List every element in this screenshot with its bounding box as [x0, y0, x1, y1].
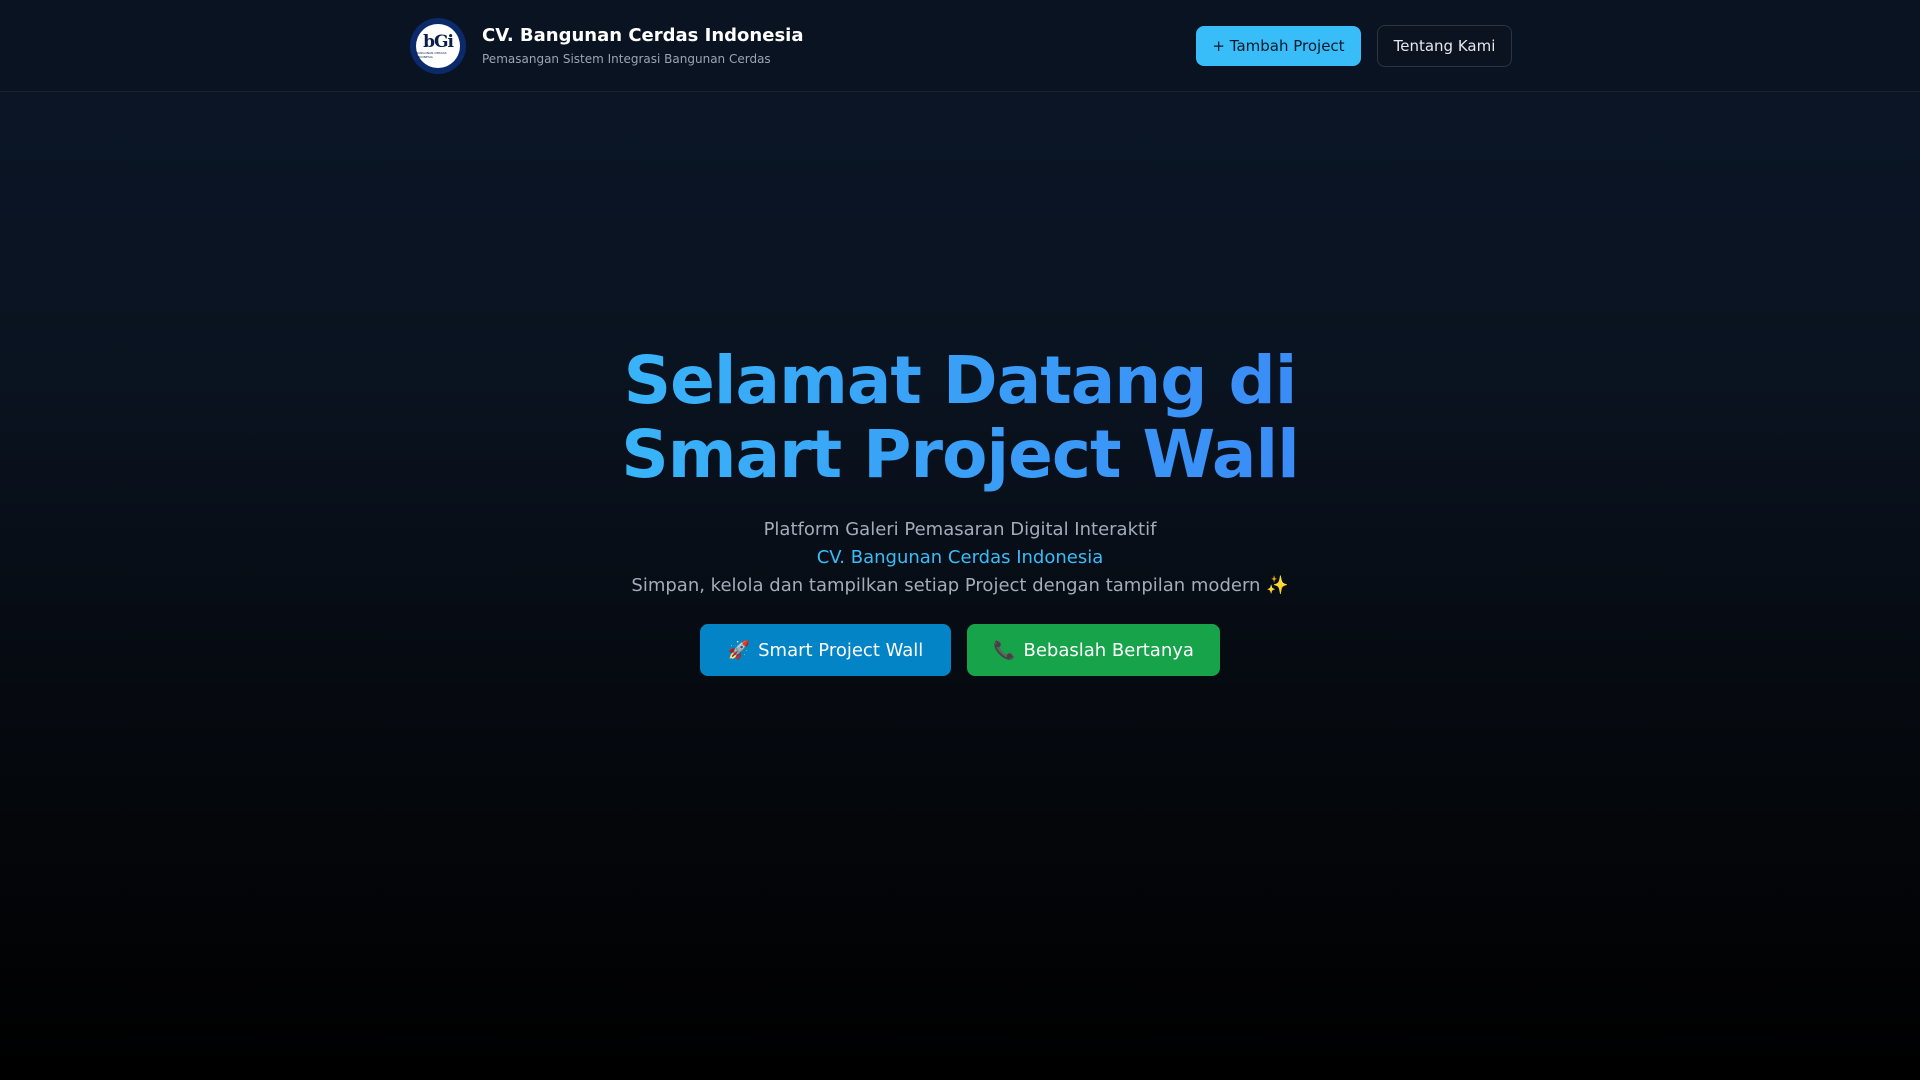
company-logo: bGi BANGUNAN CERDAS INDONESIA: [410, 18, 466, 74]
phone-icon: 📞: [993, 639, 1016, 661]
smart-project-wall-label: Smart Project Wall: [758, 639, 924, 661]
rocket-icon: 🚀: [727, 639, 751, 661]
logo-letters: bGi: [423, 31, 454, 52]
top-navbar: bGi BANGUNAN CERDAS INDONESIA CV. Bangun…: [0, 0, 1920, 92]
hero-title-line2: Smart Project Wall: [621, 416, 1299, 493]
hero-description: Platform Galeri Pemasaran Digital Intera…: [763, 519, 1157, 540]
hero-tagline: Simpan, kelola dan tampilkan setiap Proj…: [631, 575, 1289, 596]
smart-project-wall-button[interactable]: 🚀 Smart Project Wall: [700, 624, 951, 676]
company-name: CV. Bangunan Cerdas Indonesia: [482, 25, 804, 46]
hero-title-line1: Selamat Datang di: [623, 342, 1297, 419]
logo-badge: bGi BANGUNAN CERDAS INDONESIA: [416, 24, 460, 68]
company-tagline: Pemasangan Sistem Integrasi Bangunan Cer…: [482, 52, 771, 66]
ask-us-button[interactable]: 📞 Bebaslah Bertanya: [967, 624, 1220, 676]
logo-caption: BANGUNAN CERDAS INDONESIA: [416, 50, 447, 59]
ask-us-label: Bebaslah Bertanya: [1023, 639, 1194, 661]
hero-company-name: CV. Bangunan Cerdas Indonesia: [816, 547, 1104, 568]
about-us-button[interactable]: Tentang Kami: [1377, 25, 1512, 67]
brand[interactable]: bGi BANGUNAN CERDAS INDONESIA CV. Bangun…: [410, 18, 803, 74]
add-project-button[interactable]: + Tambah Project: [1196, 26, 1361, 66]
brand-text: CV. Bangunan Cerdas Indonesia Pemasangan…: [482, 24, 803, 68]
hero-title: Selamat Datang di Smart Project Wall: [460, 344, 1460, 492]
